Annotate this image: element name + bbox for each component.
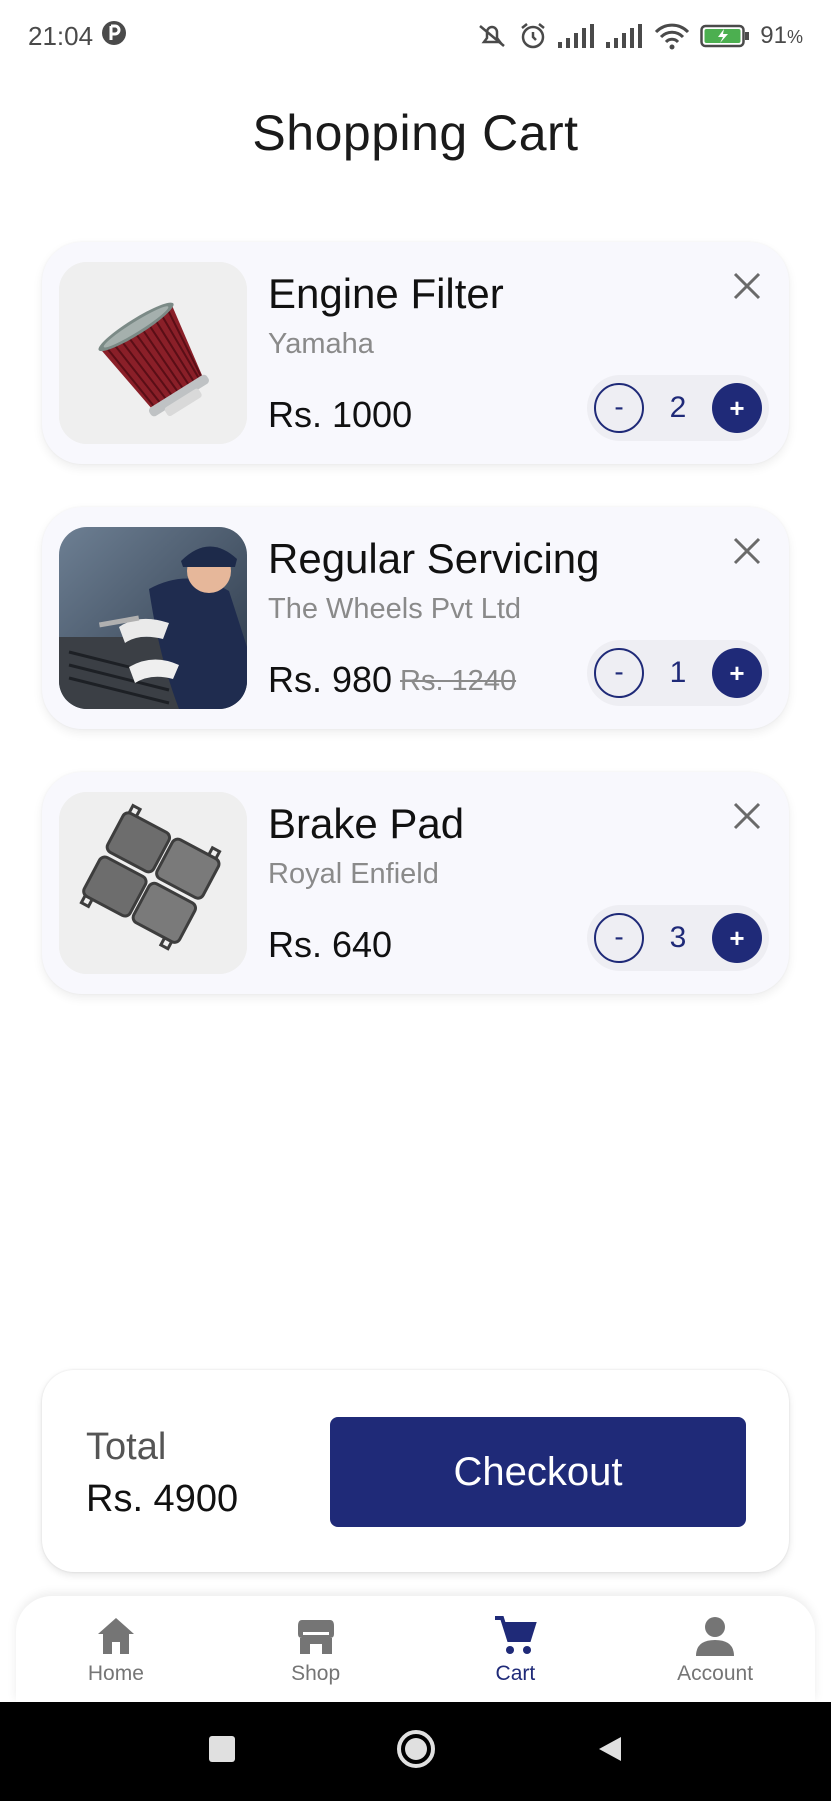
- cart-item[interactable]: Regular Servicing The Wheels Pvt Ltd Rs.…: [42, 507, 789, 729]
- nav-label: Cart: [495, 1662, 536, 1685]
- cart-icon: [495, 1616, 538, 1654]
- increase-quantity-button[interactable]: +: [712, 648, 762, 698]
- battery-percent-value: 91: [760, 22, 787, 49]
- bottom-navigation: Home Shop Cart Account: [16, 1596, 815, 1702]
- item-original-price: Rs. 1240: [400, 665, 517, 697]
- increase-quantity-button[interactable]: +: [712, 383, 762, 433]
- nav-item-cart[interactable]: Cart: [416, 1596, 616, 1702]
- item-price: Rs. 1000: [268, 394, 413, 435]
- page-title: Shopping Cart: [252, 105, 579, 161]
- status-right: 91%: [476, 22, 803, 50]
- regular-servicing-image: [59, 527, 247, 709]
- status-time: 21:04: [28, 20, 94, 51]
- home-system-button[interactable]: [395, 1728, 437, 1775]
- close-icon: [733, 802, 761, 830]
- signal-icon-2: [606, 24, 644, 48]
- data-saver-icon: [101, 20, 127, 53]
- circle-icon: [396, 1730, 435, 1768]
- signal-icon-1: [558, 24, 596, 48]
- back-triangle-icon: [598, 1737, 621, 1761]
- status-left: 21:04: [28, 20, 127, 53]
- close-icon: [733, 537, 761, 565]
- mute-icon: [476, 22, 508, 50]
- battery-percent-unit: %: [786, 27, 803, 47]
- order-summary-panel: Total Rs. 4900 Checkout: [42, 1370, 789, 1572]
- checkout-button[interactable]: Checkout: [330, 1417, 746, 1527]
- item-vendor: Royal Enfield: [268, 858, 439, 890]
- quantity-stepper: - 3 +: [587, 905, 769, 971]
- quantity-stepper: - 2 +: [587, 375, 769, 441]
- item-price: Rs. 980: [268, 659, 393, 700]
- square-icon: [208, 1736, 235, 1762]
- increase-quantity-button[interactable]: +: [712, 913, 762, 963]
- nav-item-account[interactable]: Account: [615, 1596, 815, 1702]
- nav-label: Account: [677, 1662, 754, 1685]
- cart-list: Engine Filter Yamaha Rs. 1000 - 2 + Regu…: [42, 242, 789, 1037]
- nav-label: Home: [87, 1662, 144, 1685]
- item-name: Regular Servicing: [268, 535, 600, 582]
- home-icon: [97, 1618, 134, 1654]
- battery-icon: [700, 23, 750, 49]
- wifi-icon: [654, 22, 690, 50]
- decrease-quantity-button[interactable]: -: [594, 913, 644, 963]
- item-name: Engine Filter: [268, 270, 504, 317]
- quantity-stepper: - 1 +: [587, 640, 769, 706]
- cart-item[interactable]: Engine Filter Yamaha Rs. 1000 - 2 +: [42, 242, 789, 464]
- nav-item-shop[interactable]: Shop: [216, 1596, 416, 1702]
- item-name: Brake Pad: [268, 800, 465, 847]
- decrease-quantity-button[interactable]: -: [594, 383, 644, 433]
- status-bar: 21:04 91%: [0, 0, 831, 72]
- shop-icon: [297, 1620, 334, 1654]
- battery-percent: 91%: [760, 22, 803, 50]
- alarm-icon: [518, 22, 548, 50]
- quantity-value: 2: [669, 391, 687, 424]
- remove-item-button[interactable]: [727, 796, 767, 836]
- remove-item-button[interactable]: [727, 531, 767, 571]
- brake-pad-image: [59, 792, 247, 974]
- engine-filter-image: [59, 262, 247, 444]
- system-navigation-bar: [0, 1702, 831, 1801]
- item-vendor: The Wheels Pvt Ltd: [268, 593, 522, 625]
- quantity-value: 1: [669, 656, 687, 689]
- item-vendor: Yamaha: [268, 328, 374, 360]
- total-value: Rs. 4900: [86, 1478, 239, 1520]
- account-icon: [696, 1617, 735, 1656]
- nav-item-home[interactable]: Home: [16, 1596, 216, 1702]
- item-price: Rs. 640: [268, 924, 393, 965]
- decrease-quantity-button[interactable]: -: [594, 648, 644, 698]
- close-icon: [733, 272, 761, 300]
- nav-label: Shop: [291, 1662, 341, 1685]
- recent-apps-button[interactable]: [207, 1734, 237, 1769]
- cart-item[interactable]: Brake Pad Royal Enfield Rs. 640 - 3 +: [42, 772, 789, 994]
- quantity-value: 3: [669, 921, 687, 954]
- back-system-button[interactable]: [595, 1734, 625, 1769]
- total-label: Total: [86, 1426, 167, 1468]
- remove-item-button[interactable]: [727, 266, 767, 306]
